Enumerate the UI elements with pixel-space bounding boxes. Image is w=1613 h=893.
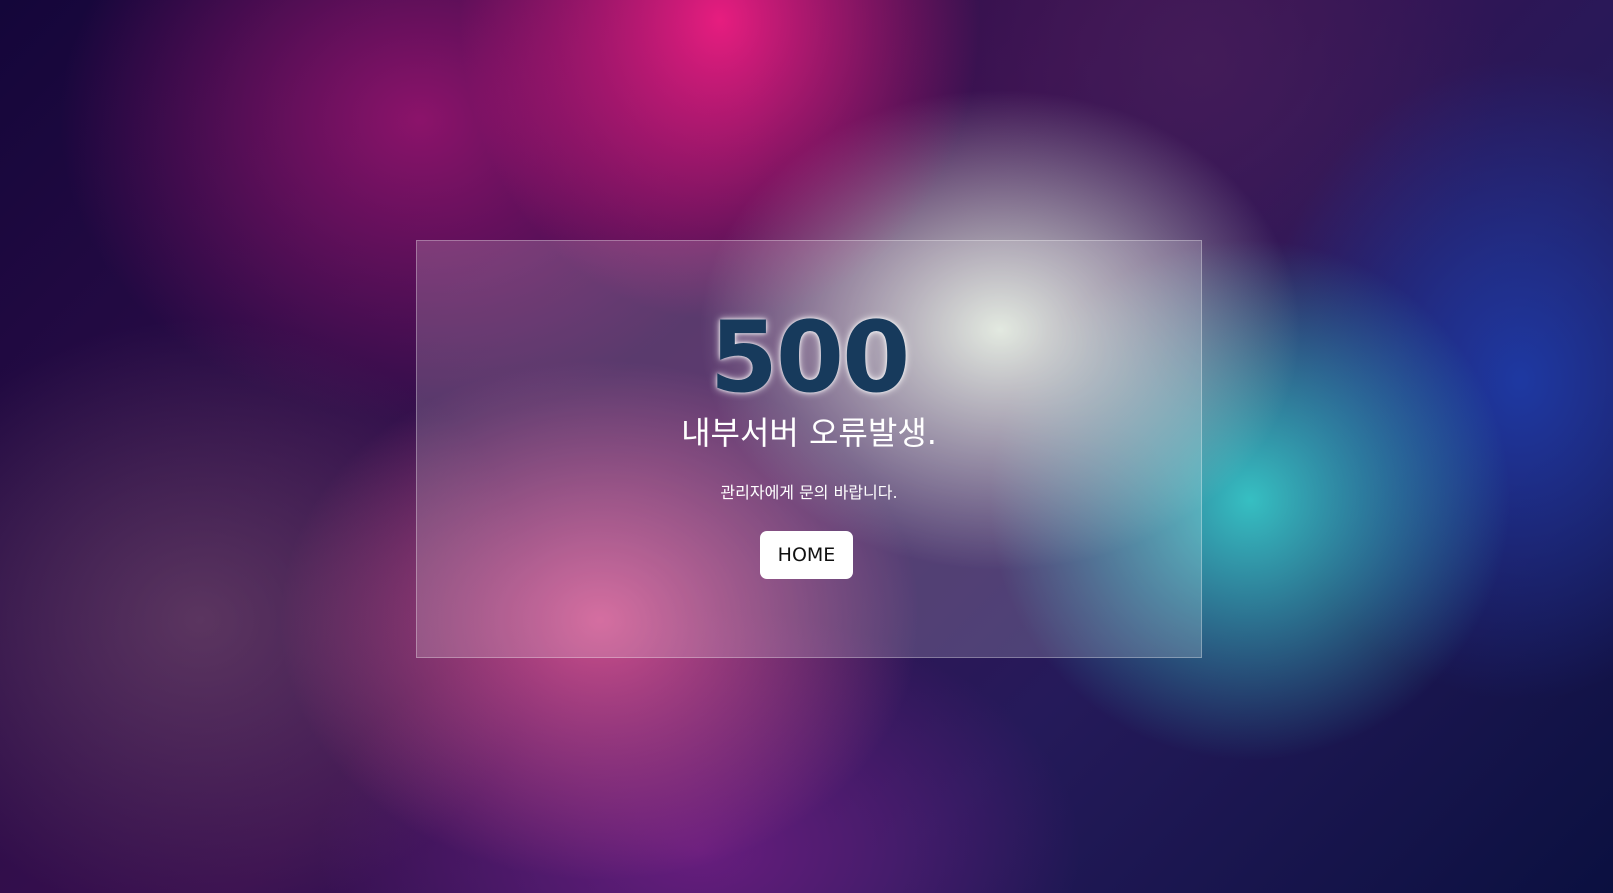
error-page-background: 500 내부서버 오류발생. 관리자에게 문의 바랍니다. HOME (0, 0, 1613, 893)
error-title: 내부서버 오류발생. (681, 414, 937, 452)
home-button[interactable]: HOME (760, 531, 853, 579)
error-code: 500 (709, 301, 911, 415)
error-message: 관리자에게 문의 바랍니다. (720, 483, 898, 502)
error-card: 500 내부서버 오류발생. 관리자에게 문의 바랍니다. HOME (416, 240, 1202, 658)
